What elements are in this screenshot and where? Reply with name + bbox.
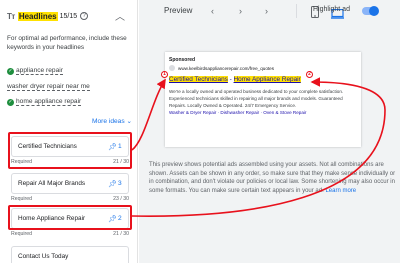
pin-icon[interactable]: 📌︎ (108, 180, 117, 188)
pin-icon[interactable]: 📌︎ (108, 143, 117, 151)
ad-headline-2: Home Appliance Repair (233, 76, 301, 83)
headline-value: Contact Us Today (18, 253, 69, 260)
keyword-item: ✓ home appliance repair (7, 98, 82, 106)
more-ideas-link[interactable]: More ideas ⌄ (92, 117, 132, 125)
preview-note-text: This preview shows potential ads assembl… (149, 162, 396, 194)
ad-headline[interactable]: Certified Technicians - Home Appliance R… (169, 76, 301, 83)
pin-position: 3 (118, 180, 122, 187)
chevron-up-icon[interactable]: ︿ (115, 8, 125, 23)
divider (296, 4, 297, 18)
ad-sitelinks[interactable]: Washer & Dryer Repair · Dishwasher Repai… (169, 110, 306, 115)
favicon-icon (169, 65, 175, 71)
headline-value: Home Appliance Repair (18, 215, 86, 222)
ad-url: www.keelbirdsappliancerepair.com/free_qu… (178, 65, 275, 71)
annotation-badge-1: 1 (161, 71, 168, 78)
chevron-down-icon: ⌄ (126, 118, 132, 125)
check-icon: ✓ (7, 67, 14, 75)
text-size-icon: Tт (7, 11, 15, 21)
pin-position: 1 (118, 143, 122, 150)
chevron-right-icon[interactable]: › (239, 6, 242, 16)
keyword-tip: For optimal ad performance, include thes… (7, 35, 127, 51)
headline-input[interactable]: Repair All Major Brands 📌︎ 3 (11, 173, 129, 194)
keyword-label: appliance repair (16, 67, 63, 75)
ad-description: We're a locally owned and operated busin… (169, 89, 344, 108)
highlight-ad-toggle[interactable] (362, 6, 379, 16)
headline-input[interactable]: Contact Us Today (11, 246, 129, 263)
headline-meta: Required 21 / 30 (11, 159, 129, 165)
ad-preview-card: Sponsored www.keelbirdsappliancerepair.c… (161, 52, 361, 147)
char-count: 23 / 30 (113, 196, 129, 202)
preview-title: Preview (164, 6, 193, 15)
keyword-label: washer dryer repair near me (7, 83, 90, 91)
headline-meta: Required 23 / 30 (11, 196, 129, 202)
headline-separator: - (227, 76, 234, 83)
headline-value: Certified Technicians (18, 143, 77, 150)
chevron-left-icon[interactable]: ‹ (211, 6, 214, 16)
headline-input[interactable]: Home Appliance Repair 📌︎ 2 (11, 208, 129, 229)
headlines-count: 15/15 (59, 12, 78, 20)
chevron-right-double-icon[interactable]: › (265, 6, 268, 16)
learn-more-link[interactable]: Learn more (325, 188, 356, 194)
keyword-item: ✓ appliance repair (7, 67, 63, 75)
keyword-label: home appliance repair (16, 98, 82, 106)
toggle-knob (369, 6, 379, 16)
pin-position: 2 (118, 215, 122, 222)
char-count: 21 / 30 (113, 231, 129, 237)
ad-url-row: www.keelbirdsappliancerepair.com/free_qu… (169, 65, 274, 71)
asset-panel: Tт Headlines 15/15 ? ︿ For optimal ad pe… (0, 0, 138, 263)
sponsored-label: Sponsored (169, 57, 196, 63)
headlines-title: Headlines (17, 11, 58, 21)
required-label: Required (11, 231, 33, 237)
char-count: 21 / 30 (113, 159, 129, 165)
help-icon[interactable]: ? (80, 12, 89, 20)
highlight-ad-label: Highlight ad (313, 6, 350, 13)
annotation-badge-2: 2 (306, 71, 313, 78)
headline-input[interactable]: Certified Technicians 📌︎ 1 (11, 136, 129, 157)
pin-icon[interactable]: 📌︎ (108, 215, 117, 223)
preview-panel: Preview ‹ › › Highlight ad Sponsored www… (139, 0, 400, 263)
headline-meta: Required 21 / 30 (11, 231, 129, 237)
more-ideas-label: More ideas (92, 118, 125, 125)
ad-headline-1: Certified Technicians (169, 76, 228, 83)
headline-value: Repair All Major Brands (18, 180, 86, 187)
required-label: Required (11, 159, 33, 165)
preview-note: This preview shows potential ads assembl… (149, 161, 397, 195)
required-label: Required (11, 196, 33, 202)
headlines-header[interactable]: Tт Headlines 15/15 ? (7, 9, 89, 23)
check-icon: ✓ (7, 98, 14, 106)
keyword-item: washer dryer repair near me (7, 83, 90, 91)
